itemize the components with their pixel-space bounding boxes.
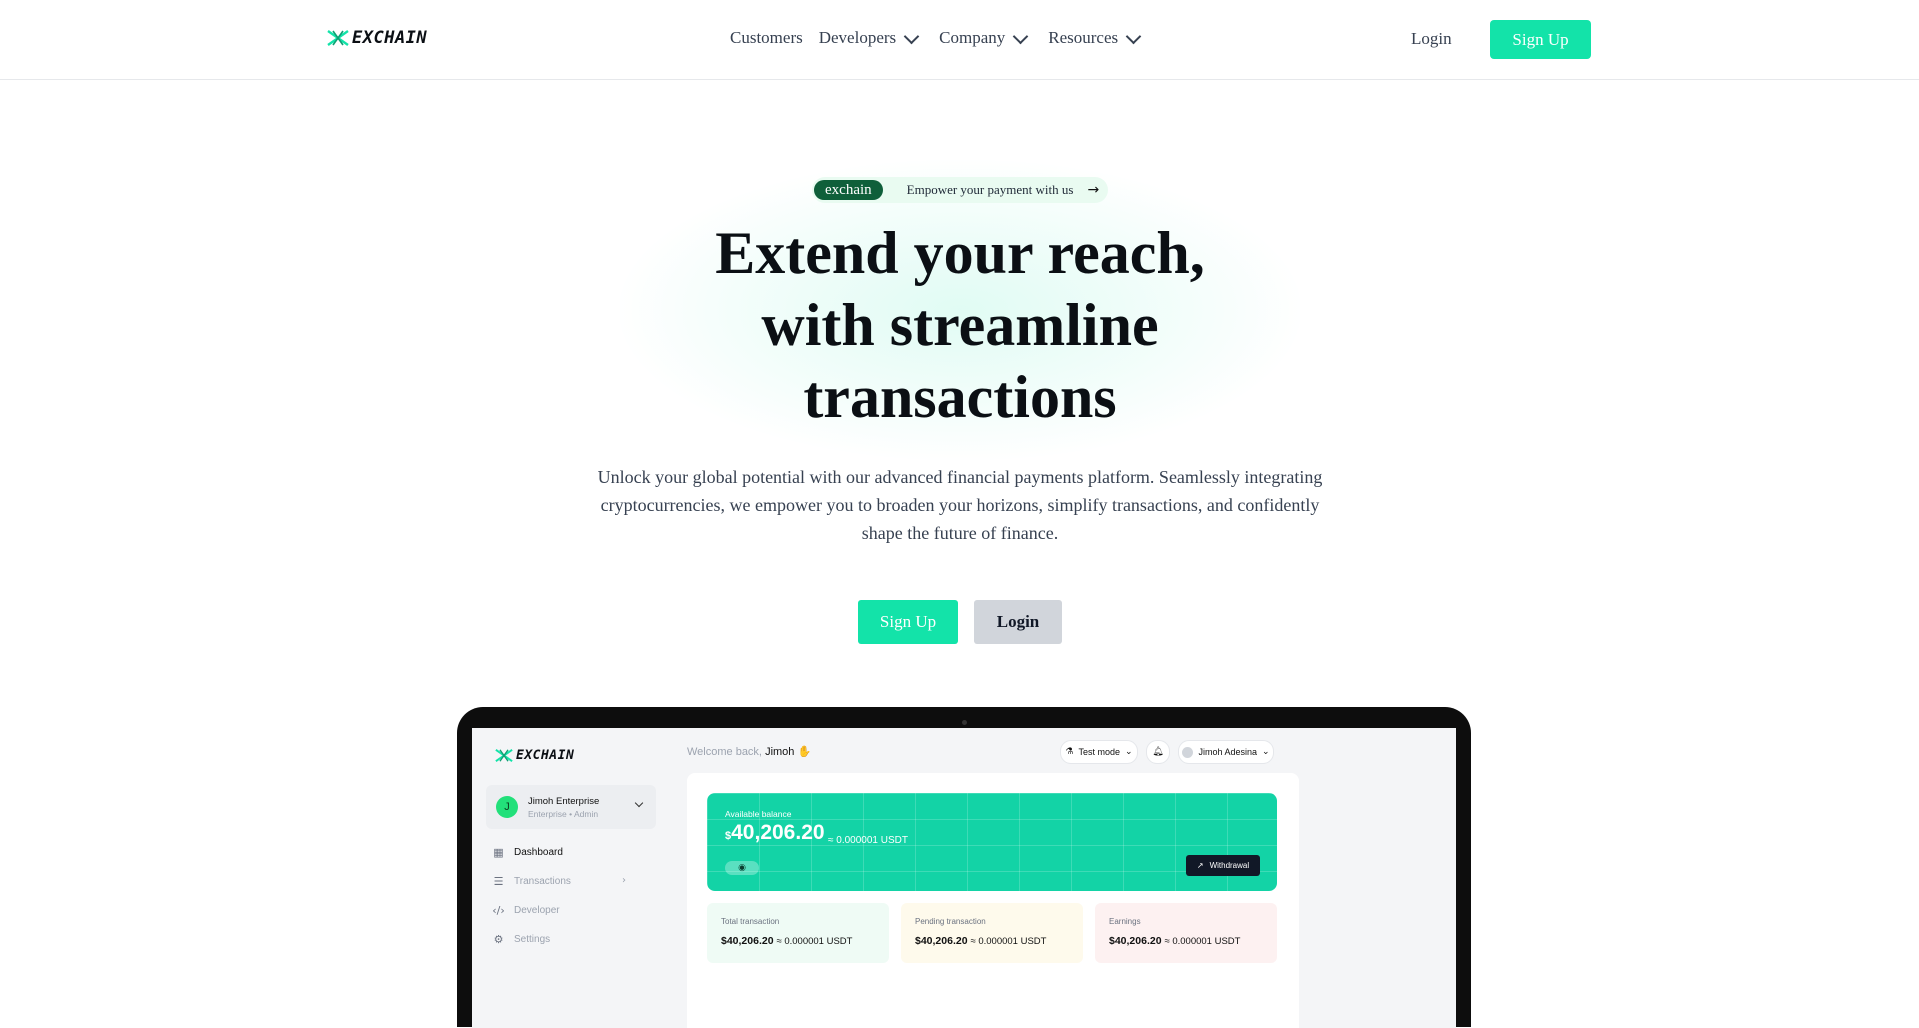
stat-value: $40,206.20 ≈ 0.000001 USDT <box>915 935 1046 947</box>
sidebar-item-dashboard: ▦ Dashboard <box>492 846 563 859</box>
stat-earnings: Earnings $40,206.20 ≈ 0.000001 USDT <box>1095 903 1277 963</box>
chevron-down-icon: ⌄ <box>1125 747 1133 757</box>
stat-amount: $40,206.20 <box>915 935 968 947</box>
user-name: Jimoh Adesina <box>1198 747 1257 757</box>
org-avatar: J <box>496 796 518 818</box>
announcement-pill[interactable]: exchain Empower your payment with us → <box>812 177 1108 203</box>
exchain-logo-icon <box>327 30 349 46</box>
menu-resources-label: Resources <box>1048 28 1119 47</box>
stat-usdt: ≈ 0.000001 USDT <box>1164 936 1241 947</box>
sidebar-item-label: Transactions <box>514 876 571 887</box>
dashboard-logo: EXCHAIN <box>495 748 574 763</box>
stat-amount: $40,206.20 <box>1109 935 1162 947</box>
balance-usdt: ≈ 0.000001 USDT <box>828 835 908 846</box>
sidebar-item-settings: ⚙ Settings <box>492 933 551 946</box>
hero-title-line-1: Extend your reach, <box>715 220 1205 286</box>
hero-login-button[interactable]: Login <box>974 600 1062 644</box>
wave-emoji-icon: ✋ <box>797 746 812 758</box>
laptop-mockup: EXCHAIN J Jimoh Enterprise Enterprise • … <box>457 707 1471 1028</box>
arrow-up-right-icon: ↗ <box>1196 861 1204 870</box>
hero-title-line-2: with streamline <box>761 292 1159 358</box>
exchain-logo[interactable]: EXCHAIN <box>327 28 427 48</box>
menu-resources[interactable]: Resources <box>1048 28 1145 48</box>
welcome-prefix: Welcome back, <box>687 746 762 758</box>
user-avatar-icon <box>1182 746 1194 758</box>
hero-subtitle: Unlock your global potential with our ad… <box>597 467 1323 543</box>
dashboard-screenshot: EXCHAIN J Jimoh Enterprise Enterprise • … <box>472 728 1456 1028</box>
withdrawal-label: Withdrawal <box>1209 861 1250 870</box>
pill-text: Empower your payment with us <box>906 182 1074 197</box>
menu-company-label: Company <box>939 28 1006 47</box>
gear-icon: ⚙ <box>493 933 504 946</box>
test-mode-label: Test mode <box>1078 747 1121 757</box>
stat-label: Total transaction <box>721 917 780 926</box>
org-switcher: J Jimoh Enterprise Enterprise • Admin <box>486 785 656 829</box>
stat-total-transaction: Total transaction $40,206.20 ≈ 0.000001 … <box>707 903 889 963</box>
pill-tag: exchain <box>814 180 883 200</box>
document-icon: ☰ <box>493 875 504 888</box>
stat-amount: $40,206.20 <box>721 935 774 947</box>
stat-label: Pending transaction <box>915 917 986 926</box>
balance-card: Available balance $40,206.20 ≈ 0.000001 … <box>707 793 1277 891</box>
welcome-name: Jimoh <box>765 746 795 758</box>
camera-dot <box>962 720 967 725</box>
nav-login-link[interactable]: Login <box>1411 29 1452 49</box>
hero-title-line-3: transactions <box>803 364 1117 430</box>
dashboard-logo-wordmark: EXCHAIN <box>516 748 575 763</box>
balance-value: 40,206.20 <box>731 821 825 844</box>
arrow-right-icon: → <box>1087 182 1100 198</box>
chevron-down-icon <box>1125 28 1142 44</box>
stat-usdt: ≈ 0.000001 USDT <box>970 936 1047 947</box>
org-name: Jimoh Enterprise <box>528 796 600 807</box>
chevron-down-icon <box>903 28 920 44</box>
logo-wordmark: EXCHAIN <box>352 28 428 48</box>
sidebar-item-label: Settings <box>514 934 551 945</box>
top-navbar: EXCHAIN Customers Developers Company Res… <box>0 0 1919 80</box>
balance-label: Available balance <box>725 809 792 819</box>
chevron-right-icon: › <box>622 875 626 886</box>
org-role: Enterprise • Admin <box>528 809 599 819</box>
dashboard-sidebar: EXCHAIN J Jimoh Enterprise Enterprise • … <box>472 728 677 1028</box>
withdrawal-button: ↗ Withdrawal <box>1186 855 1260 876</box>
user-menu: Jimoh Adesina ⌄ <box>1178 740 1274 764</box>
nav-signup-button[interactable]: Sign Up <box>1490 20 1591 59</box>
notification-button: 🔔︎ <box>1146 740 1170 764</box>
bell-icon: 🔔︎ <box>1152 747 1164 757</box>
stat-usdt: ≈ 0.000001 USDT <box>776 936 853 947</box>
menu-company[interactable]: Company <box>939 28 1032 48</box>
balance-amount: $40,206.20 <box>725 821 825 845</box>
test-mode-toggle: ⚗ Test mode ⌄ <box>1060 740 1138 764</box>
chevron-down-icon <box>634 798 644 808</box>
stat-pending-transaction: Pending transaction $40,206.20 ≈ 0.00000… <box>901 903 1083 963</box>
welcome-message: Welcome back, Jimoh ✋ <box>687 745 811 758</box>
dashboard-main-card: Available balance $40,206.20 ≈ 0.000001 … <box>687 773 1299 1028</box>
chevron-down-icon <box>1012 28 1029 44</box>
grid-icon: ▦ <box>493 846 504 859</box>
menu-customers[interactable]: Customers <box>730 28 803 48</box>
main-menu: Customers Developers Company Resources <box>730 28 1145 48</box>
sidebar-item-transactions: ☰ Transactions <box>492 875 571 888</box>
stat-value: $40,206.20 ≈ 0.000001 USDT <box>721 935 852 947</box>
chevron-down-icon: ⌄ <box>1262 747 1270 757</box>
stat-label: Earnings <box>1109 917 1141 926</box>
menu-developers-label: Developers <box>818 28 897 47</box>
menu-customers-label: Customers <box>730 28 803 47</box>
stat-value: $40,206.20 ≈ 0.000001 USDT <box>1109 935 1240 947</box>
sidebar-item-label: Dashboard <box>514 847 563 858</box>
sidebar-item-developer: ‹/› Developer <box>492 904 560 917</box>
eye-icon: ◉ <box>725 861 759 875</box>
hero-title: Extend your reach, with streamline trans… <box>560 217 1360 433</box>
menu-developers[interactable]: Developers <box>819 28 923 48</box>
code-icon: ‹/› <box>492 904 505 917</box>
sidebar-item-label: Developer <box>514 905 560 916</box>
flask-icon: ⚗ <box>1065 747 1074 757</box>
hero-signup-button[interactable]: Sign Up <box>858 600 958 644</box>
exchain-logo-icon <box>495 749 513 762</box>
